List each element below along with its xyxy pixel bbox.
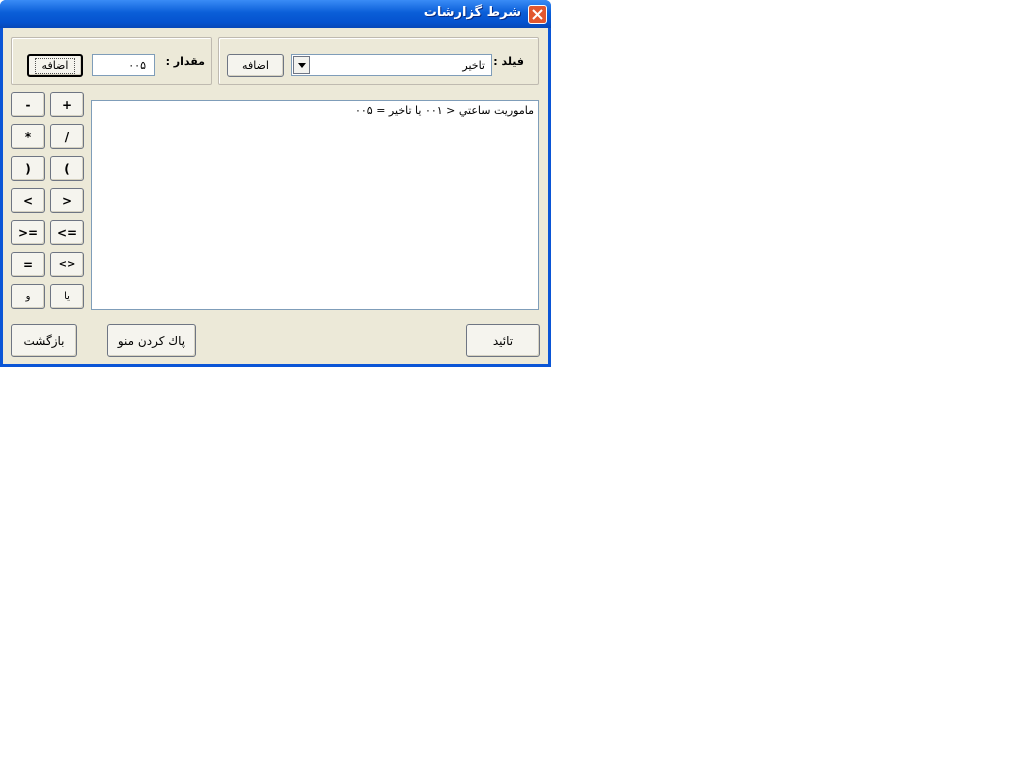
value-add-button[interactable]: اضافه	[27, 54, 83, 77]
dropdown-button[interactable]	[293, 56, 310, 74]
title-bar[interactable]: شرط گزارشات	[0, 0, 551, 28]
operator-less-equal-button[interactable]: <=	[50, 220, 84, 245]
operator-plus-button[interactable]: +	[50, 92, 84, 117]
value-add-label: اضافه	[34, 57, 76, 74]
field-add-button[interactable]: اضافه	[227, 54, 284, 77]
field-groupbox: فيلد : تاخير اضافه	[218, 37, 539, 85]
field-combo-value: تاخير	[462, 59, 485, 72]
condition-memo[interactable]: ماموريت ساعتي < ۰۰۱ يا تاخير = ۰۰۵	[91, 100, 539, 310]
operator-greater-button[interactable]: >	[50, 188, 84, 213]
operator-and-button[interactable]: و	[11, 284, 45, 309]
back-button[interactable]: بازگشت	[11, 324, 77, 357]
field-combobox[interactable]: تاخير	[291, 54, 492, 76]
operator-less-button[interactable]: <	[11, 188, 45, 213]
condition-text: ماموريت ساعتي < ۰۰۱ يا تاخير = ۰۰۵	[354, 104, 534, 117]
close-button[interactable]	[528, 5, 547, 24]
operator-equal-button[interactable]: =	[11, 252, 45, 277]
field-label: فيلد :	[493, 55, 524, 68]
operator-multiply-button[interactable]: *	[11, 124, 45, 149]
operator-minus-button[interactable]: -	[11, 92, 45, 117]
operator-not-equal-button[interactable]: <>	[50, 252, 84, 277]
dialog-window: شرط گزارشات فيلد : تاخير اضافه مقدار : ۰…	[0, 0, 551, 367]
value-label: مقدار :	[165, 55, 205, 68]
open-paren-button[interactable]: (	[50, 156, 84, 181]
chevron-down-icon	[298, 63, 306, 68]
operator-or-button[interactable]: يا	[50, 284, 84, 309]
clear-memo-button[interactable]: پاك كردن منو	[107, 324, 196, 357]
value-input[interactable]: ۰۰۵	[92, 54, 155, 76]
window-title: شرط گزارشات	[423, 5, 521, 20]
value-groupbox: مقدار : ۰۰۵ اضافه	[11, 37, 212, 85]
operator-divide-button[interactable]: /	[50, 124, 84, 149]
dialog-client: فيلد : تاخير اضافه مقدار : ۰۰۵ اضافه + -…	[3, 28, 548, 364]
operator-greater-equal-button[interactable]: >=	[11, 220, 45, 245]
close-icon	[532, 9, 543, 20]
close-paren-button[interactable]: )	[11, 156, 45, 181]
confirm-button[interactable]: تائيد	[466, 324, 540, 357]
